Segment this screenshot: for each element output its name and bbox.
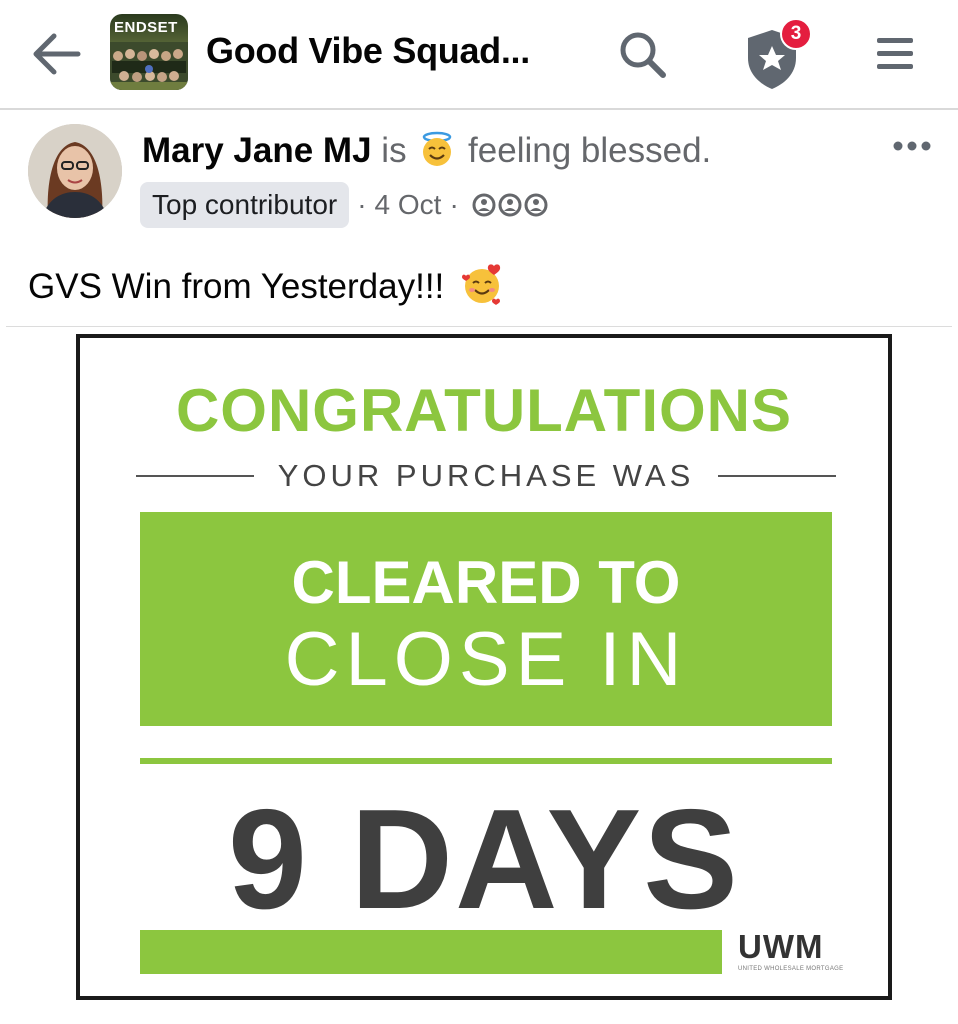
post-divider: [6, 326, 952, 327]
search-button[interactable]: [608, 20, 678, 90]
card-green-box: CLEARED TO CLOSE IN: [140, 512, 832, 726]
menu-button[interactable]: [860, 22, 930, 86]
post-date[interactable]: 4 Oct: [375, 189, 442, 221]
back-button[interactable]: [24, 22, 88, 86]
group-thumbnail[interactable]: ENDSET: [110, 14, 188, 90]
author-name[interactable]: Mary Jane MJ: [142, 131, 372, 170]
feeling-text: feeling blessed.: [468, 131, 712, 170]
card-green-bar: [140, 930, 722, 974]
smiling-hearts-emoji-icon: [462, 264, 501, 305]
card-subline: YOUR PURCHASE WAS: [136, 456, 837, 496]
group-thumbnail-text: ENDSET: [114, 19, 178, 36]
post-author-line: Mary Jane MJ is feeling blessed.: [142, 130, 711, 171]
post-more-options-button[interactable]: [884, 126, 940, 166]
badges-button[interactable]: 3: [734, 14, 814, 94]
top-contributor-badge[interactable]: Top contributor: [140, 182, 350, 228]
subline-rule-left: [136, 475, 254, 477]
post-image[interactable]: CONGRATULATIONS YOUR PURCHASE WAS CLEARE…: [76, 334, 892, 1000]
group-title[interactable]: Good Vibe Squad...: [206, 30, 530, 72]
avatar-photo: [28, 124, 122, 218]
card-big-text: 9 DAYS: [228, 780, 740, 939]
notification-count-badge: 3: [780, 18, 812, 50]
hamburger-menu-icon: [877, 38, 913, 69]
card-green-rule: [140, 758, 832, 764]
author-avatar[interactable]: [28, 124, 122, 218]
halo-smile-emoji-icon: [423, 131, 452, 166]
meta-separator: ·: [357, 189, 367, 220]
meta-separator: ·: [449, 189, 459, 220]
more-options-icon: [893, 141, 931, 151]
back-arrow-icon: [33, 33, 81, 75]
card-box-line2: CLOSE IN: [284, 617, 688, 702]
author-is-text: is: [381, 131, 407, 170]
post-meta-line: Top contributor · 4 Oct ·: [140, 182, 549, 228]
group-photo-crowd: [110, 42, 188, 90]
card-box-line1: CLEARED TO: [291, 549, 681, 616]
card-subline-text: YOUR PURCHASE WAS: [277, 458, 695, 493]
post-text-content: GVS Win from Yesterday!!!: [28, 267, 445, 306]
brand-tagline: UNITED WHOLESALE MORTGAGE: [738, 966, 844, 972]
group-audience-icon[interactable]: [471, 190, 549, 220]
post-text: GVS Win from Yesterday!!!: [28, 262, 504, 307]
card-headline: CONGRATULATIONS: [175, 377, 793, 444]
search-icon: [620, 32, 666, 78]
top-app-bar: ENDSET Good Vibe Squad... 3: [0, 0, 958, 110]
brand-logo: UWM: [738, 928, 824, 965]
subline-rule-right: [718, 475, 837, 477]
